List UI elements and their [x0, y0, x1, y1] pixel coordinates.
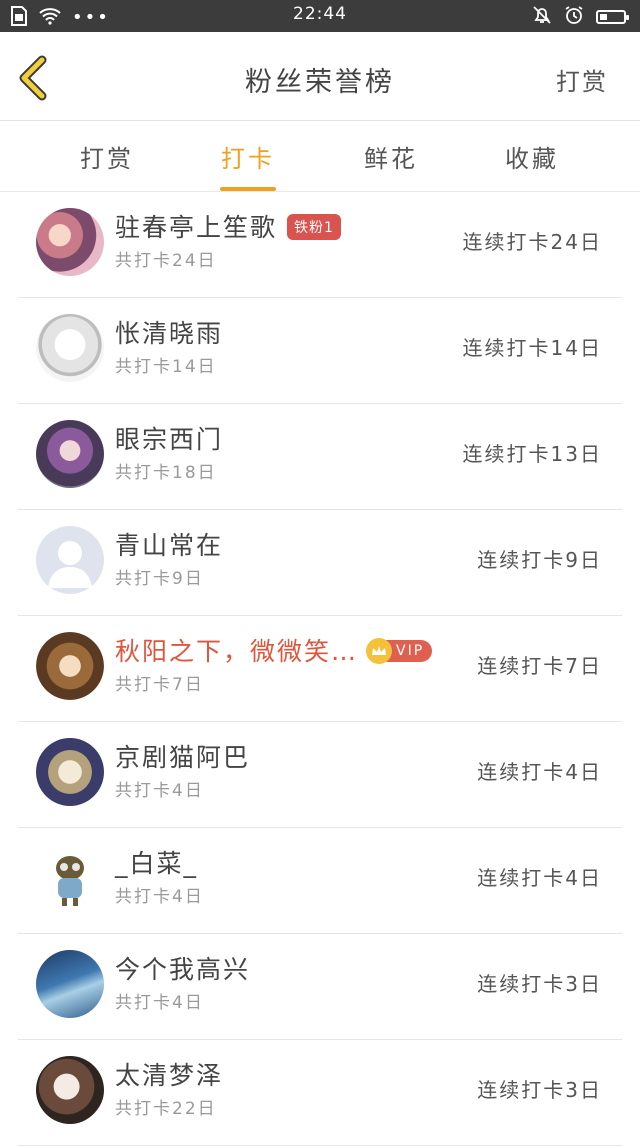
tab-reward[interactable]: 打赏	[52, 139, 162, 191]
list-item[interactable]: 怅清晓雨 共打卡14日 连续打卡14日	[18, 298, 622, 404]
tab-flowers[interactable]: 鲜花	[336, 139, 446, 191]
status-icons-right	[532, 5, 629, 29]
streak-label: 连续打卡7日	[477, 654, 602, 678]
user-name-text: 驻春亭上笙歌	[115, 213, 278, 242]
tab-favorites[interactable]: 收藏	[477, 139, 587, 191]
tab-label: 收藏	[505, 145, 559, 173]
user-name: 今个我高兴	[115, 955, 251, 984]
list-item[interactable]: 京剧猫阿巴 共打卡4日 连续打卡4日	[18, 722, 622, 828]
total-checkins: 共打卡24日	[115, 251, 217, 271]
avatar[interactable]	[36, 844, 104, 912]
avatar[interactable]	[36, 420, 104, 488]
user-name-text: 秋阳之下，微微笑…	[115, 637, 359, 666]
user-name: 京剧猫阿巴	[115, 743, 251, 772]
list-item[interactable]: _白菜_ 共打卡4日 连续打卡4日	[18, 828, 622, 934]
avatar[interactable]	[36, 950, 104, 1018]
list-item[interactable]: 青山常在 共打卡9日 连续打卡9日	[18, 510, 622, 616]
list-item[interactable]: 秋阳之下，微微笑… VIP 共打卡7日 连续打卡7日	[18, 616, 622, 722]
user-name: 驻春亭上笙歌 铁粉1	[115, 208, 341, 244]
total-checkins: 共打卡7日	[115, 675, 204, 695]
fan-level-badge: 铁粉1	[287, 214, 341, 240]
total-checkins: 共打卡22日	[115, 1099, 217, 1119]
ranking-list: 驻春亭上笙歌 铁粉1 共打卡24日 连续打卡24日 怅清晓雨 共打卡14日 连续打…	[0, 192, 640, 1146]
total-checkins: 共打卡4日	[115, 781, 204, 801]
crown-icon	[366, 638, 393, 664]
avatar[interactable]	[36, 632, 104, 700]
streak-label: 连续打卡9日	[477, 548, 602, 572]
vip-badge: VIP	[366, 638, 433, 664]
streak-label: 连续打卡14日	[462, 336, 602, 360]
tab-checkin[interactable]: 打卡	[193, 139, 303, 191]
streak-label: 连续打卡4日	[477, 760, 602, 784]
user-name: 太清梦泽	[115, 1061, 224, 1090]
user-name: _白菜_	[115, 849, 199, 878]
mute-bell-icon	[532, 5, 552, 29]
user-name: 秋阳之下，微微笑… VIP	[115, 632, 433, 668]
list-item[interactable]: 太清梦泽 共打卡22日 连续打卡3日	[18, 1040, 622, 1146]
avatar[interactable]	[36, 314, 104, 382]
user-name: 青山常在	[115, 531, 224, 560]
streak-label: 连续打卡4日	[477, 866, 602, 890]
tab-label: 鲜花	[364, 145, 418, 173]
tab-label: 打卡	[221, 145, 275, 173]
tab-bar: 打赏 打卡 鲜花 收藏	[0, 121, 640, 192]
streak-label: 连续打卡24日	[462, 230, 602, 254]
avatar[interactable]	[36, 738, 104, 806]
total-checkins: 共打卡9日	[115, 569, 204, 589]
alarm-icon	[564, 5, 584, 29]
total-checkins: 共打卡4日	[115, 887, 204, 907]
battery-icon	[596, 10, 629, 24]
avatar[interactable]	[36, 208, 104, 276]
total-checkins: 共打卡18日	[115, 463, 217, 483]
user-name: 怅清晓雨	[115, 319, 224, 348]
list-item[interactable]: 今个我高兴 共打卡4日 连续打卡3日	[18, 934, 622, 1040]
total-checkins: 共打卡4日	[115, 993, 204, 1013]
avatar[interactable]	[36, 1056, 104, 1124]
active-tab-indicator	[220, 187, 276, 191]
status-bar: ••• 22:44	[0, 0, 640, 32]
total-checkins: 共打卡14日	[115, 357, 217, 377]
list-item[interactable]: 眼宗西门 共打卡18日 连续打卡13日	[18, 404, 622, 510]
streak-label: 连续打卡13日	[462, 442, 602, 466]
page-title: 粉丝荣誉榜	[245, 67, 395, 98]
default-avatar-icon[interactable]	[36, 526, 104, 594]
tab-label: 打赏	[80, 145, 134, 173]
header-bar: 粉丝荣誉榜 打赏	[0, 32, 640, 121]
reward-button[interactable]: 打赏	[556, 62, 608, 97]
user-name: 眼宗西门	[115, 425, 224, 454]
vip-label: VIP	[396, 643, 425, 659]
streak-label: 连续打卡3日	[477, 972, 602, 996]
streak-label: 连续打卡3日	[477, 1078, 602, 1102]
list-item[interactable]: 驻春亭上笙歌 铁粉1 共打卡24日 连续打卡24日	[18, 192, 622, 298]
